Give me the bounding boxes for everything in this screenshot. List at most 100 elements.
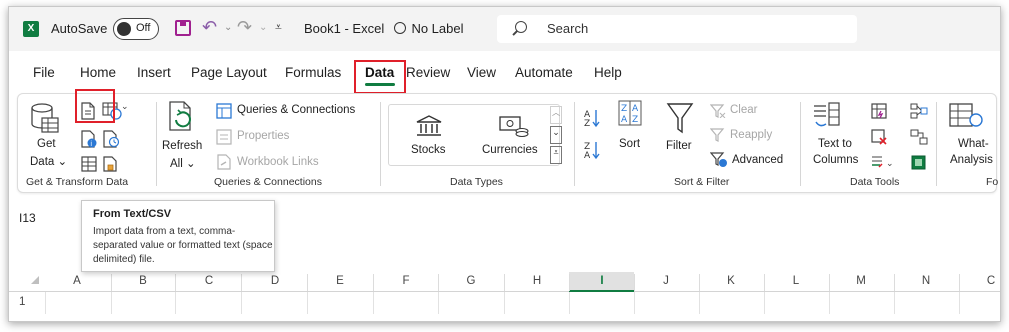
column-header[interactable]: M [851, 275, 871, 287]
from-picture-icon[interactable] [80, 156, 98, 172]
column-header[interactable]: E [330, 275, 350, 287]
advanced-filter-icon[interactable] [710, 152, 728, 168]
recent-sources-icon[interactable] [102, 130, 120, 148]
tab-file[interactable]: File [33, 65, 55, 80]
column-header[interactable]: C [981, 275, 1000, 287]
column-header[interactable]: N [916, 275, 936, 287]
text-to-columns-icon[interactable] [812, 100, 842, 132]
gallery-scroll-up-icon[interactable]: ︿ [550, 106, 562, 124]
column-divider[interactable] [373, 274, 374, 291]
tab-automate[interactable]: Automate [515, 65, 573, 80]
undo-dropdown-icon[interactable]: ⌄ [224, 22, 232, 33]
column-header[interactable]: K [721, 275, 741, 287]
svg-text:⌄: ⌄ [121, 102, 128, 112]
column-divider[interactable] [569, 274, 570, 291]
sort-z-to-a-icon[interactable]: Z A [584, 140, 600, 160]
refresh-label-1[interactable]: Refresh [162, 140, 202, 152]
column-header[interactable]: H [527, 275, 547, 287]
undo-icon[interactable]: ↶ [202, 17, 217, 38]
cell-divider [241, 292, 242, 314]
tab-view[interactable]: View [467, 65, 496, 80]
column-divider[interactable] [307, 274, 308, 291]
name-box[interactable]: I13 [19, 211, 36, 225]
customize-qat-icon[interactable]: ⩡ [275, 20, 282, 35]
refresh-all-icon[interactable] [166, 100, 198, 134]
column-divider[interactable] [699, 274, 700, 291]
sort-label[interactable]: Sort [619, 138, 640, 150]
column-divider[interactable] [111, 274, 112, 291]
gallery-scroll[interactable]: ︿ ⌄ ⩡ [550, 106, 562, 164]
refresh-label-2[interactable]: All ⌄ [170, 156, 196, 170]
redo-dropdown-icon[interactable]: ⌄ [259, 22, 267, 33]
existing-connections-icon[interactable] [102, 156, 120, 172]
get-data-icon[interactable] [28, 100, 64, 136]
from-text-csv-highlight [75, 89, 115, 123]
column-divider[interactable] [764, 274, 765, 291]
consolidate-icon[interactable] [910, 102, 928, 120]
workbook-title[interactable]: Book1 - Excel No Label [304, 21, 464, 36]
group-separator [380, 102, 381, 186]
flash-fill-icon[interactable] [870, 102, 888, 120]
column-header[interactable]: D [265, 275, 285, 287]
svg-text:Z: Z [621, 104, 627, 114]
tab-help[interactable]: Help [594, 65, 622, 80]
autosave-toggle[interactable]: Off [113, 18, 159, 40]
column-divider[interactable] [829, 274, 830, 291]
advanced-label[interactable]: Advanced [732, 154, 783, 166]
column-divider[interactable] [894, 274, 895, 291]
column-divider[interactable] [504, 274, 505, 291]
from-table-range-icon[interactable]: i [80, 130, 98, 148]
stocks-label[interactable]: Stocks [411, 144, 446, 156]
gallery-more-icon[interactable]: ⩡ [550, 146, 562, 164]
column-header-active[interactable]: I [592, 275, 612, 287]
column-divider[interactable] [175, 274, 176, 291]
column-header[interactable]: F [396, 275, 416, 287]
save-icon[interactable] [175, 20, 191, 36]
data-validation-icon[interactable]: ⌄ [870, 154, 896, 170]
filter-label[interactable]: Filter [666, 140, 692, 152]
column-divider[interactable] [634, 274, 635, 291]
manage-data-model-icon[interactable] [910, 154, 928, 170]
sort-icon[interactable]: Z A A Z [618, 100, 644, 128]
redo-icon[interactable]: ↷ [237, 17, 252, 38]
tab-home[interactable]: Home [80, 65, 116, 80]
queries-connections-label[interactable]: Queries & Connections [237, 104, 355, 116]
column-divider[interactable] [241, 274, 242, 291]
select-all-corner-icon[interactable] [31, 276, 39, 284]
cell-divider [764, 292, 765, 314]
tab-formulas[interactable]: Formulas [285, 65, 341, 80]
row-header[interactable]: 1 [19, 296, 25, 308]
stocks-icon[interactable] [415, 114, 443, 138]
group-label-data-types: Data Types [450, 176, 503, 188]
tab-review[interactable]: Review [406, 65, 450, 80]
tab-insert[interactable]: Insert [137, 65, 171, 80]
text-to-columns-label-2[interactable]: Columns [813, 154, 858, 166]
group-label-data-tools: Data Tools [850, 176, 900, 188]
search-box[interactable]: Search [497, 15, 857, 43]
currencies-icon[interactable] [498, 114, 530, 138]
column-divider[interactable] [438, 274, 439, 291]
relationships-icon[interactable] [910, 128, 928, 146]
column-header[interactable]: L [786, 275, 806, 287]
reapply-icon [710, 128, 725, 142]
get-data-label-1[interactable]: Get [37, 138, 56, 150]
gallery-scroll-down-icon[interactable]: ⌄ [550, 126, 562, 144]
currencies-label[interactable]: Currencies [482, 144, 538, 156]
get-data-label-2[interactable]: Data ⌄ [30, 154, 67, 168]
column-header[interactable]: B [133, 275, 153, 287]
what-if-label-2[interactable]: Analysis [950, 154, 993, 166]
what-if-analysis-icon[interactable] [948, 100, 984, 132]
tab-page-layout[interactable]: Page Layout [191, 65, 267, 80]
column-divider[interactable] [959, 274, 960, 291]
sort-a-to-z-icon[interactable]: A Z [584, 108, 600, 128]
remove-duplicates-icon[interactable] [870, 128, 888, 146]
column-header[interactable]: C [199, 275, 219, 287]
text-to-columns-label-1[interactable]: Text to [818, 138, 852, 150]
column-header[interactable]: J [656, 275, 676, 287]
cell-divider [111, 292, 112, 314]
filter-icon[interactable] [666, 102, 694, 134]
what-if-label-1[interactable]: What- [958, 138, 989, 150]
column-header[interactable]: A [67, 275, 87, 287]
column-header[interactable]: G [461, 275, 481, 287]
queries-connections-icon[interactable] [216, 103, 232, 119]
